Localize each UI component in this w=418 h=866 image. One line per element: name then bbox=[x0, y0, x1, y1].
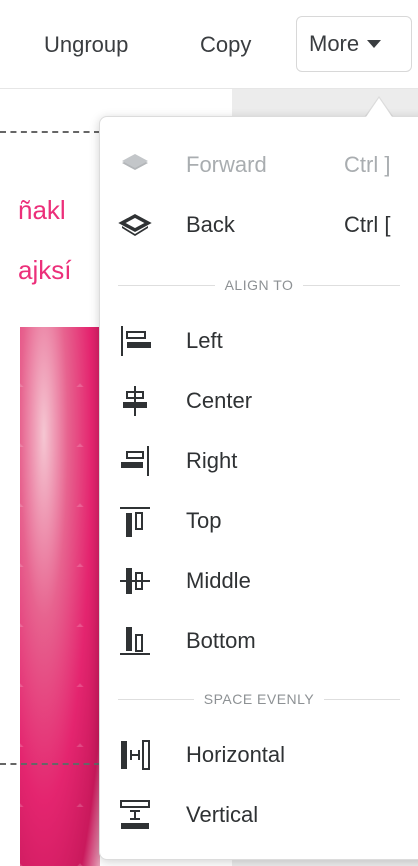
section-header-align-to: ALIGN TO bbox=[118, 275, 400, 295]
menu-item-label: Vertical bbox=[186, 802, 259, 827]
align-top-icon bbox=[118, 504, 152, 538]
align-center-icon bbox=[118, 384, 152, 418]
menu-item-label: Center bbox=[186, 388, 253, 413]
more-dropdown-menu: Forward Ctrl ] Back Ctrl [ ALIGN TO Left bbox=[99, 116, 418, 860]
menu-item-label: Bottom bbox=[186, 628, 256, 653]
canvas-text-line-1[interactable]: ñakl bbox=[18, 195, 66, 226]
distribute-vertical-icon bbox=[118, 798, 152, 832]
distribute-horizontal-icon bbox=[118, 738, 152, 772]
menu-item-label: Left bbox=[186, 328, 223, 353]
menu-item-align-middle[interactable]: Middle bbox=[100, 553, 418, 609]
bring-forward-icon bbox=[118, 148, 152, 182]
menu-item-label: Middle bbox=[186, 568, 251, 593]
canvas-text-line-2[interactable]: ajksí bbox=[18, 255, 71, 286]
menu-item-back[interactable]: Back Ctrl [ bbox=[100, 197, 418, 253]
dropdown-pointer-fill bbox=[366, 98, 392, 117]
more-button[interactable]: More bbox=[296, 16, 412, 72]
ungroup-button[interactable]: Ungroup bbox=[44, 28, 128, 62]
menu-item-space-vertical[interactable]: Vertical bbox=[100, 787, 418, 843]
menu-item-label: Forward bbox=[186, 152, 267, 177]
shortcut-hint: Ctrl [ bbox=[344, 212, 391, 237]
menu-item-label: Top bbox=[186, 508, 222, 533]
shortcut-hint: Ctrl ] bbox=[344, 152, 391, 177]
selection-outline-bottom bbox=[0, 763, 100, 765]
section-header-label: ALIGN TO bbox=[224, 277, 294, 293]
menu-item-align-top[interactable]: Top bbox=[100, 493, 418, 549]
align-middle-icon bbox=[118, 564, 152, 598]
menu-item-align-bottom[interactable]: Bottom bbox=[100, 613, 418, 669]
section-header-space-evenly: SPACE EVENLY bbox=[118, 689, 400, 709]
align-bottom-icon bbox=[118, 624, 152, 658]
menu-item-label: Back bbox=[186, 212, 235, 237]
align-right-icon bbox=[118, 444, 152, 478]
menu-item-align-center[interactable]: Center bbox=[100, 373, 418, 429]
section-header-label: SPACE EVENLY bbox=[203, 691, 315, 707]
selection-outline-top bbox=[0, 131, 100, 133]
menu-item-space-horizontal[interactable]: Horizontal bbox=[100, 727, 418, 783]
menu-item-align-left[interactable]: Left bbox=[100, 313, 418, 369]
menu-item-forward[interactable]: Forward Ctrl ] bbox=[100, 137, 418, 193]
align-left-icon bbox=[118, 324, 152, 358]
menu-item-align-right[interactable]: Right bbox=[100, 433, 418, 489]
chevron-down-icon bbox=[367, 40, 382, 48]
copy-button[interactable]: Copy bbox=[200, 28, 251, 62]
canvas-image[interactable] bbox=[20, 327, 100, 866]
more-button-label: More bbox=[309, 31, 360, 56]
toolbar: Ungroup Copy More bbox=[0, 0, 418, 88]
menu-item-label: Right bbox=[186, 448, 238, 473]
send-backward-icon bbox=[118, 208, 152, 242]
menu-item-label: Horizontal bbox=[186, 742, 286, 767]
